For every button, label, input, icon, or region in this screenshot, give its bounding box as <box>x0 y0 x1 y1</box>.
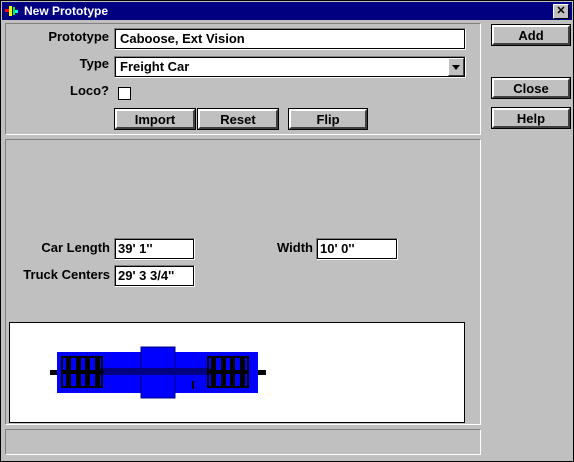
width-input[interactable]: 10' 0'' <box>316 238 398 260</box>
center-marker <box>192 381 194 389</box>
loco-label: Loco? <box>70 83 109 98</box>
width-label: Width <box>277 240 313 255</box>
close-window-button[interactable]: ✕ <box>553 4 569 19</box>
right-coupler <box>258 370 266 375</box>
left-coupler <box>50 370 58 375</box>
prototype-input[interactable]: Caboose, Ext Vision <box>114 28 466 50</box>
loco-checkbox[interactable] <box>118 87 131 100</box>
chevron-down-icon[interactable] <box>448 58 464 76</box>
truck-centers-label: Truck Centers <box>23 267 110 282</box>
car-length-input[interactable]: 39' 1'' <box>114 238 195 260</box>
import-button[interactable]: Import <box>114 108 196 130</box>
center-sill <box>100 368 215 375</box>
car-preview-drawing <box>50 346 266 399</box>
title-bar[interactable]: New Prototype ✕ <box>2 2 572 20</box>
prototype-label: Prototype <box>48 29 109 44</box>
dialog-window: New Prototype ✕ Prototype Caboose, Ext V… <box>0 0 574 462</box>
app-icon <box>5 6 18 16</box>
reset-button[interactable]: Reset <box>197 108 279 130</box>
status-bar <box>5 429 481 455</box>
help-button[interactable]: Help <box>491 107 571 129</box>
car-preview-canvas <box>9 322 465 423</box>
window-title: New Prototype <box>24 4 109 18</box>
car-length-label: Car Length <box>41 240 110 255</box>
truck-centers-input[interactable]: 29' 3 3/4'' <box>114 265 195 287</box>
type-dropdown-value: Freight Car <box>120 59 190 74</box>
flip-button[interactable]: Flip <box>288 108 368 130</box>
type-label: Type <box>79 56 109 71</box>
add-button[interactable]: Add <box>491 24 571 46</box>
type-dropdown[interactable]: Freight Car <box>114 56 466 78</box>
close-button[interactable]: Close <box>491 77 571 99</box>
